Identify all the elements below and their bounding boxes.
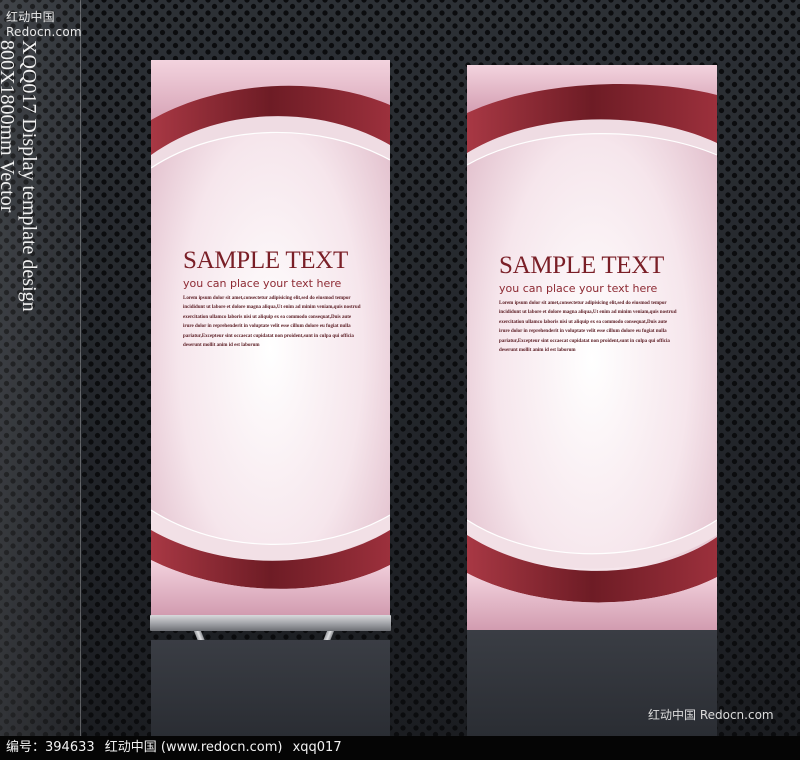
watermark-top: 红动中国 Redocn.com	[6, 10, 82, 39]
side-caption-line2: 800X1800mm Vector	[0, 40, 18, 213]
banner-subtitle: you can place your text here	[499, 282, 658, 295]
footer-id: 编号：394633	[6, 740, 95, 755]
watermark-bottom: 红动中国 Redocn.com	[648, 708, 774, 722]
side-panel: 红动中国 Redocn.com XQQ017 Display template …	[0, 0, 82, 736]
footer-bar: 编号：394633 红动中国 (www.redocn.com) xqq017	[0, 736, 800, 760]
banner-body: Lorem ipsum dolor sit amet,consectetur a…	[183, 296, 361, 349]
footer-site[interactable]: 红动中国 (www.redocn.com)	[105, 740, 283, 755]
banner-subtitle: you can place your text here	[183, 277, 342, 290]
banner-title: SAMPLE TEXT	[183, 247, 348, 274]
banner-title: SAMPLE TEXT	[499, 252, 664, 279]
floor-panel-left	[151, 640, 390, 736]
rollup-banner-right: SAMPLE TEXT you can place your text here…	[467, 65, 717, 630]
banner-right-text: SAMPLE TEXT you can place your text here…	[499, 253, 717, 355]
banner-left-text: SAMPLE TEXT you can place your text here…	[183, 248, 390, 350]
poster-stage: 红动中国 Redocn.com XQQ017 Display template …	[0, 0, 800, 760]
side-caption-line1: XQQ017 Display template design	[18, 40, 40, 312]
side-caption: XQQ017 Display template design 800X1800m…	[0, 40, 40, 312]
banner-body: Lorem ipsum dolor sit amet,consectetur a…	[499, 301, 677, 354]
footer-code: xqq017	[292, 740, 342, 755]
rollup-banner-left: SAMPLE TEXT you can place your text here…	[151, 60, 390, 615]
stand-base-bar	[150, 615, 391, 631]
